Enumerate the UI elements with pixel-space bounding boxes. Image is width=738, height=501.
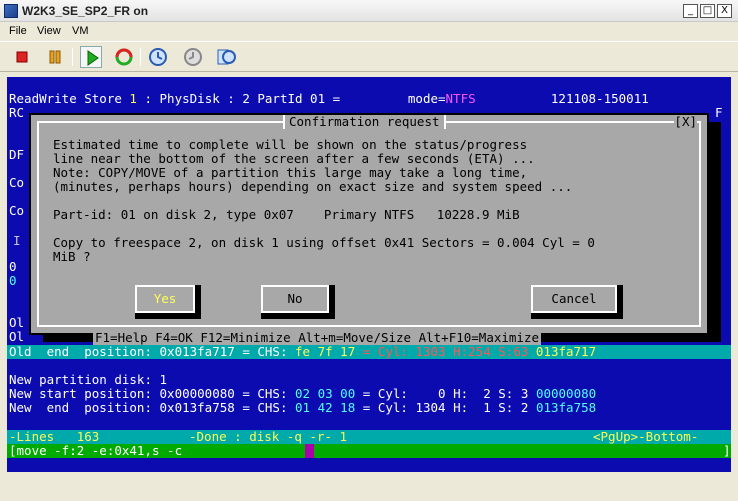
window-titlebar[interactable]: W2K3_SE_SP2_FR on _ □ X bbox=[0, 0, 738, 22]
dialog-close-button[interactable]: [X] bbox=[674, 115, 697, 129]
pause-icon[interactable] bbox=[44, 46, 66, 68]
yes-button[interactable]: Yes bbox=[135, 285, 201, 319]
console-fragment: 0 bbox=[9, 259, 17, 274]
menu-vm[interactable]: VM bbox=[72, 25, 89, 37]
window-title: W2K3_SE_SP2_FR on bbox=[22, 4, 149, 18]
console-fragment: I bbox=[13, 233, 21, 248]
console-row-header: ReadWrite Store 1 : PhysDisk : 2 PartId … bbox=[9, 91, 649, 106]
stop-icon[interactable] bbox=[11, 46, 33, 68]
console-fragment: Co bbox=[9, 203, 25, 218]
close-button[interactable]: X bbox=[717, 4, 732, 18]
text-cursor bbox=[305, 444, 314, 458]
dialog-question-line: Copy to freespace 2, on disk 1 using off… bbox=[53, 235, 595, 250]
revert-snapshot-icon[interactable] bbox=[182, 46, 204, 68]
maximize-button[interactable]: □ bbox=[700, 4, 715, 18]
new-end-position-row: New end position: 0x013fa758 = CHS: 01 4… bbox=[9, 400, 597, 415]
dialog-question-line: MiB ? bbox=[53, 249, 91, 264]
cancel-button[interactable]: Cancel bbox=[531, 285, 623, 319]
new-start-position-row: New start position: 0x00000080 = CHS: 02… bbox=[9, 386, 597, 401]
vm-app-icon bbox=[4, 4, 18, 18]
dialog-title: Confirmation request bbox=[283, 115, 446, 129]
vm-console-screen[interactable]: ReadWrite Store 1 : PhysDisk : 2 PartId … bbox=[7, 77, 731, 472]
dialog-text-line: Estimated time to complete will be shown… bbox=[53, 137, 528, 152]
no-button[interactable]: No bbox=[261, 285, 335, 319]
menu-file[interactable]: File bbox=[9, 25, 27, 37]
play-icon[interactable] bbox=[80, 46, 102, 68]
console-fragment: Ol bbox=[9, 315, 25, 330]
old-end-position-row: Old end position: 0x013fa717 = CHS: fe 7… bbox=[7, 345, 731, 359]
console-fragment: Ol bbox=[9, 329, 25, 344]
console-fragment: F bbox=[715, 105, 723, 120]
dialog-partition-info: Part-id: 01 on disk 2, type 0x07 Primary… bbox=[53, 207, 520, 222]
new-partition-disk-row: New partition disk: 1 bbox=[9, 372, 168, 387]
status-line: -Lines 163 -Done : disk -q -r- 1 <PgUp>-… bbox=[7, 430, 731, 444]
dialog-text-line: Note: COPY/MOVE of a partition this larg… bbox=[53, 165, 528, 180]
toolbar bbox=[0, 41, 738, 72]
console-fragment: DF bbox=[9, 147, 25, 162]
minimize-button[interactable]: _ bbox=[683, 4, 698, 18]
snapshot-icon[interactable] bbox=[147, 46, 169, 68]
console-fragment: Co bbox=[9, 175, 25, 190]
reset-icon[interactable] bbox=[113, 46, 135, 68]
snapshot-manager-icon[interactable] bbox=[215, 46, 237, 68]
dialog-help-bar: F1=Help F4=OK F12=Minimize Alt+m=Move/Si… bbox=[93, 330, 542, 345]
dialog-text-line: line near the bottom of the screen after… bbox=[53, 151, 535, 166]
console-fragment: 0 bbox=[9, 273, 17, 288]
console-fragment: RC bbox=[9, 105, 25, 120]
menubar: File View VM bbox=[0, 23, 738, 40]
command-line-input[interactable]: [move -f:2 -e:0x41,s -c ] bbox=[7, 444, 731, 458]
menu-view[interactable]: View bbox=[37, 25, 61, 37]
dialog-text-line: (minutes, perhaps hours) depending on ex… bbox=[53, 179, 573, 194]
confirmation-dialog: Confirmation request [X] Estimated time … bbox=[29, 113, 709, 345]
